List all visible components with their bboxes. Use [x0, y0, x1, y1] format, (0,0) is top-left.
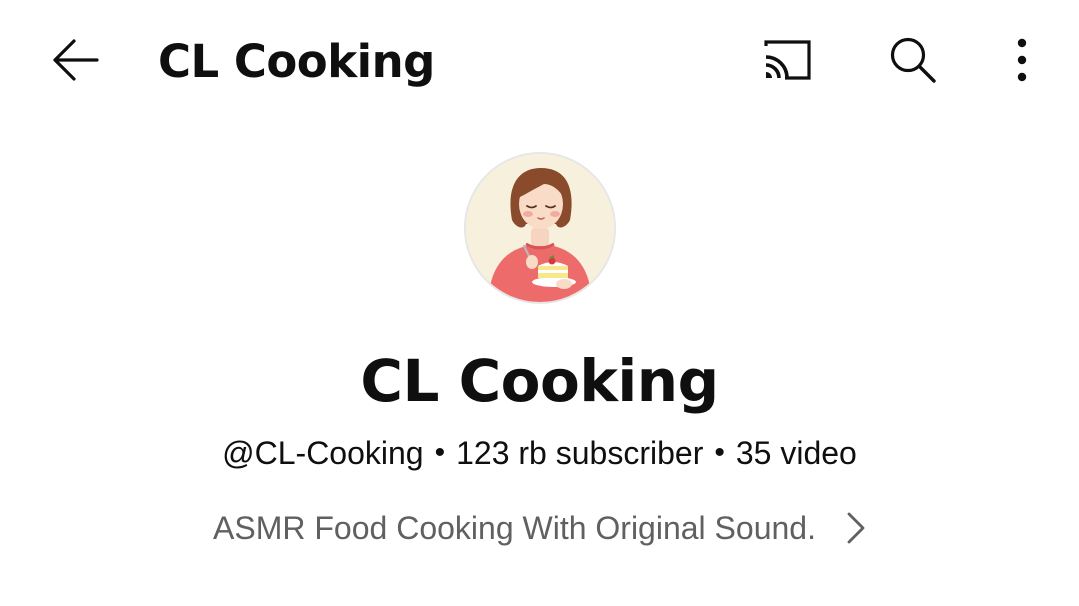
page-title: CL Cooking [158, 35, 435, 88]
arrow-back-icon [53, 39, 99, 81]
video-count: 35 video [735, 435, 857, 471]
cast-button[interactable] [750, 30, 820, 90]
channel-description-button[interactable]: ASMR Food Cooking With Original Sound. [0, 508, 1079, 548]
more-options-button[interactable] [996, 30, 1048, 90]
search-icon [890, 37, 936, 83]
search-button[interactable] [878, 30, 948, 90]
channel-description: ASMR Food Cooking With Original Sound. [213, 510, 816, 546]
channel-stats: @CL-Cooking • 123 rb subscriber • 35 vid… [0, 433, 1079, 473]
separator-dot: • [714, 436, 725, 469]
channel-name: CL Cooking [360, 347, 719, 415]
back-button[interactable] [40, 30, 110, 90]
avatar-illustration-icon [466, 154, 614, 302]
top-app-bar: CL Cooking [0, 0, 1079, 124]
more-vert-icon [1017, 38, 1027, 82]
subscriber-count: 123 rb subscriber [456, 435, 704, 471]
channel-avatar[interactable] [464, 152, 616, 304]
separator-dot: • [434, 436, 446, 469]
channel-handle: @CL-Cooking [222, 435, 424, 471]
chevron-right-icon [846, 511, 866, 545]
cast-icon [764, 40, 811, 80]
